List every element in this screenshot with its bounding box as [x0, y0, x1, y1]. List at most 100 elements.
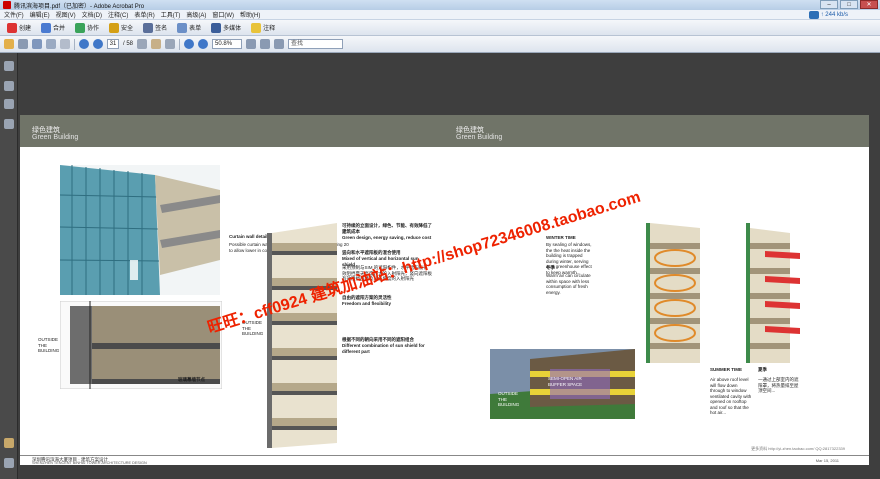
winter-title: WINTER TIME: [546, 235, 576, 240]
pdf-page: 绿色建筑 Green Building 绿色建筑 Green Building …: [20, 115, 869, 465]
create-pdf-icon: [7, 22, 17, 33]
summer-title: SUMMER TIME: [710, 367, 742, 372]
para-green-design-cn: 可持续的立面设计，绿色、节能、有效降低了建筑成本: [342, 223, 432, 234]
comment-label: 注释: [263, 26, 276, 32]
pages-icon[interactable]: [4, 81, 14, 91]
page-number-input[interactable]: 31: [107, 39, 119, 49]
paperclip-icon[interactable]: [4, 458, 14, 468]
comment-icon: [251, 22, 262, 33]
minimize-button[interactable]: –: [820, 0, 838, 9]
summer-cn-label: 夏季: [758, 367, 767, 372]
attachments-icon[interactable]: [4, 99, 14, 109]
fit-page-icon[interactable]: [246, 39, 257, 49]
navigation-panel: [0, 53, 18, 479]
menu-help[interactable]: 帮助(H): [240, 10, 260, 19]
create-button[interactable]: 创建: [4, 22, 34, 34]
page-header-band: 绿色建筑 Green Building 绿色建筑 Green Building: [20, 115, 869, 147]
next-page-icon[interactable]: [93, 39, 103, 49]
zoom-out-icon[interactable]: [184, 39, 195, 49]
select-tool-icon[interactable]: [137, 39, 148, 49]
left-header-en: Green Building: [32, 134, 79, 141]
menu-view[interactable]: 视图(V): [56, 10, 76, 19]
forms-label: 表单: [189, 26, 202, 32]
menu-window[interactable]: 窗口(W): [212, 10, 234, 19]
open-folder-icon[interactable]: [4, 39, 14, 49]
save-icon[interactable]: [46, 39, 56, 49]
speed-label: ↑ 244 kb/s: [820, 12, 848, 18]
summer-cn-text: 一通过上部室内的遮阳罩，将热量排至屋顶空间...: [758, 377, 799, 393]
multimedia-label: 多媒体: [223, 26, 242, 32]
footer-date: Mar 15, 2011: [815, 458, 839, 463]
forms-button[interactable]: 表单: [174, 22, 204, 34]
comment-button[interactable]: 注释: [248, 22, 278, 34]
speed-gauge-icon: [808, 11, 819, 19]
menu-bar: 文件(F) 编辑(E) 视图(V) 文档(D) 注释(C) 表单(R) 工具(T…: [0, 10, 880, 20]
menu-advanced[interactable]: 高级(A): [186, 10, 206, 19]
multimedia-icon: [211, 22, 222, 33]
print-icon[interactable]: [18, 39, 28, 49]
combine-button[interactable]: 合并: [38, 22, 68, 34]
para-green-design-en: Green design, energy saving, reduce cost: [342, 235, 432, 240]
page-toolbar: 31 / 58 50.8% 查找: [0, 36, 880, 53]
email-icon[interactable]: [32, 39, 42, 49]
para-flexibility-title-cn: 自由的遮阳方案的灵活性: [342, 295, 392, 300]
sign-button[interactable]: 签名: [140, 22, 170, 34]
menu-comments[interactable]: 注释(C): [108, 10, 128, 19]
collaborate-icon: [75, 22, 86, 33]
sign-label: 签名: [155, 26, 168, 32]
combine-icon: [41, 22, 52, 33]
para-flexibility-title-en: Freedom and flexibility: [342, 301, 392, 306]
combine-label: 合并: [53, 26, 66, 32]
hand-tool-icon[interactable]: [151, 39, 162, 49]
title-bar: 腾讯滨海项目.pdf（已加密）- Adobe Acrobat Pro – □ ✕: [0, 0, 880, 10]
separator: [74, 38, 75, 50]
lock-icon: [109, 22, 120, 33]
winter-note: Warm air can circulate within space with…: [546, 273, 591, 295]
para-combination-cn: 根据不同的朝向采用不同的遮阳组合: [342, 337, 414, 342]
menu-document[interactable]: 文档(D): [82, 10, 102, 19]
lock-icon[interactable]: [4, 61, 14, 71]
semi-open-label: SEMI-OPEN AIR BUFFER SPACE: [548, 376, 583, 387]
previous-page-icon[interactable]: [79, 39, 89, 49]
zoom-level-field[interactable]: 50.8%: [212, 39, 243, 49]
pin-icon[interactable]: [4, 438, 14, 448]
menu-tools[interactable]: 工具(T): [161, 10, 181, 19]
winter-diagram: [646, 223, 800, 363]
collaborate-button[interactable]: 协作: [72, 22, 102, 34]
fit-width-icon[interactable]: [260, 39, 271, 49]
secure-button[interactable]: 安全: [106, 22, 136, 34]
menu-forms[interactable]: 表单(R): [134, 10, 154, 19]
right-header-en: Green Building: [456, 134, 503, 141]
search-input[interactable]: 查找: [288, 39, 344, 49]
window-title: 腾讯滨海项目.pdf（已加密）- Adobe Acrobat Pro: [14, 3, 145, 10]
menu-edit[interactable]: 编辑(E): [30, 10, 50, 19]
summer-text: Air above roof level will flow down thro…: [710, 377, 752, 415]
outside-label-left: OUTSIDE THE BUILDING: [38, 337, 60, 353]
glass-node-label: 玻璃幕墙节点: [178, 377, 205, 382]
collaborate-label: 协作: [87, 26, 100, 32]
secure-label: 安全: [121, 26, 134, 32]
window-controls: – □ ✕: [820, 0, 878, 9]
document-icon[interactable]: [60, 39, 70, 49]
create-label: 创建: [19, 26, 32, 32]
forms-icon: [177, 22, 188, 33]
document-area[interactable]: 绿色建筑 Green Building 绿色建筑 Green Building …: [18, 53, 880, 479]
menu-file[interactable]: 文件(F): [4, 10, 24, 19]
outside-label-right: OUTSIDE THE BUILDING: [498, 391, 520, 407]
marquee-zoom-icon[interactable]: [165, 39, 176, 49]
comments-icon[interactable]: [4, 119, 14, 129]
speed-indicator: ↑ 244 kb/s: [808, 11, 848, 19]
page-footer: 深圳腾讯滨海大厦项目 · 建筑方案设计 SHENZHEN TENCENT BIN…: [20, 455, 869, 465]
find-icon[interactable]: [274, 39, 285, 49]
page-total-label: / 58: [123, 41, 134, 47]
para-combination-en: Different combination of sun shield for …: [342, 343, 425, 354]
zoom-in-icon[interactable]: [198, 39, 209, 49]
maximize-button[interactable]: □: [840, 0, 858, 9]
close-button[interactable]: ✕: [860, 0, 878, 9]
glass-section-detail: [60, 301, 222, 389]
acrobat-icon: [3, 1, 11, 9]
multimedia-button[interactable]: 多媒体: [208, 22, 244, 34]
facade-section-model: [267, 223, 337, 448]
curtain-wall-render: [60, 165, 220, 295]
corner-logo-text: 更多资料 http://yi-zhen.taobao.com/ QQ:28173…: [751, 446, 845, 451]
